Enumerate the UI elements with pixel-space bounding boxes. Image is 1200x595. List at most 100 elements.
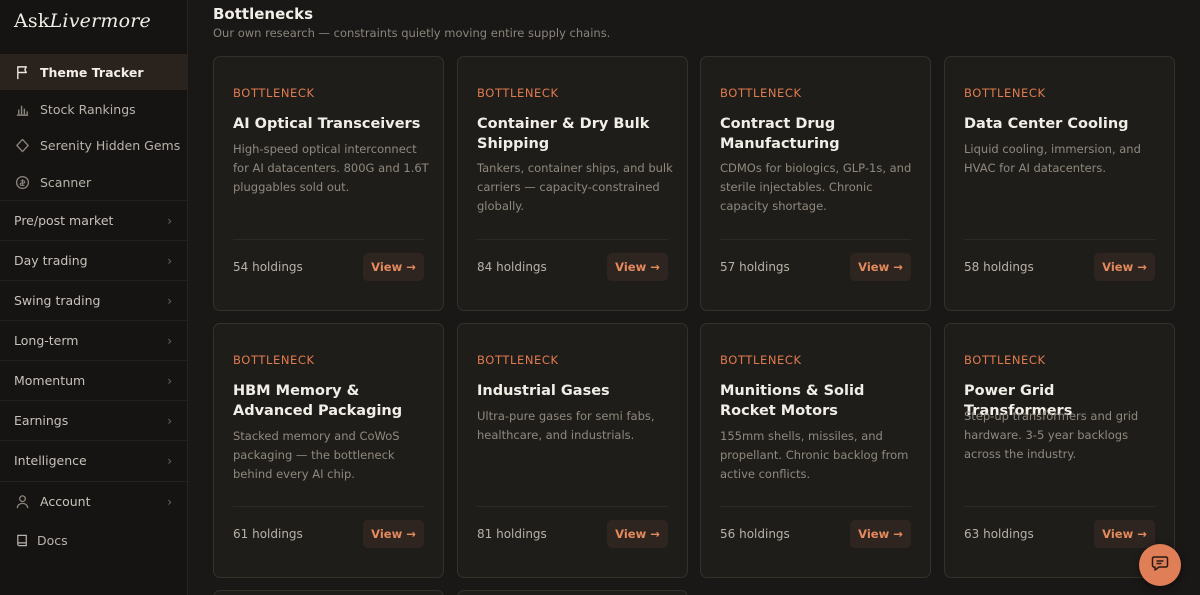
- sidebar-item-stock-rankings[interactable]: Stock Rankings: [0, 91, 188, 127]
- card-tag: BOTTLENECK: [964, 353, 1046, 367]
- sidebar-group-label: Swing trading: [14, 293, 101, 308]
- view-button[interactable]: View →: [1094, 253, 1155, 281]
- sidebar-item-scanner[interactable]: Scanner: [0, 164, 188, 200]
- sidebar-group-day-trading[interactable]: Day trading ›: [0, 240, 188, 280]
- view-button[interactable]: View →: [1094, 520, 1155, 548]
- card-description: Tankers, container ships, and bulk carri…: [477, 161, 673, 213]
- sidebar-item-label: Stock Rankings: [40, 101, 136, 117]
- holdings-count: 56 holdings: [720, 527, 790, 541]
- sidebar-item-label: Scanner: [40, 174, 92, 190]
- view-button[interactable]: View →: [363, 253, 424, 281]
- card-title: Data Center Cooling: [964, 116, 1129, 132]
- card-tag: BOTTLENECK: [233, 86, 315, 100]
- holdings-count: 58 holdings: [964, 260, 1034, 274]
- card-tag: BOTTLENECK: [720, 86, 802, 100]
- scanner-icon: [14, 174, 30, 190]
- card-title: Contract Drug Manufacturing: [720, 116, 840, 152]
- card-tag: BOTTLENECK: [720, 353, 802, 367]
- holdings-count: 81 holdings: [477, 527, 547, 541]
- sidebar-item-serenity-hidden-gems[interactable]: Serenity Hidden Gems: [0, 127, 188, 163]
- card-tag: BOTTLENECK: [964, 86, 1046, 100]
- holdings-count: 61 holdings: [233, 527, 303, 541]
- card-description: Ultra-pure gases for semi fabs, healthca…: [477, 409, 655, 442]
- page-subtitle: Our own research — constraints quietly m…: [213, 26, 611, 40]
- theme-card[interactable]: BOTTLENECK Munitions & Solid Rocket Moto…: [700, 323, 931, 578]
- chevron-right-icon: ›: [167, 333, 172, 348]
- card-tag: BOTTLENECK: [233, 353, 315, 367]
- card-divider: [477, 506, 668, 507]
- card-description: Liquid cooling, immersion, and HVAC for …: [964, 142, 1141, 175]
- holdings-count: 57 holdings: [720, 260, 790, 274]
- view-button[interactable]: View →: [363, 520, 424, 548]
- card-divider: [233, 239, 424, 240]
- card-title: Munitions & Solid Rocket Motors: [720, 383, 865, 419]
- chevron-right-icon: ›: [167, 253, 172, 268]
- theme-card-partial: [457, 590, 688, 595]
- chevron-right-icon: ›: [167, 213, 172, 228]
- sidebar-item-docs[interactable]: Docs: [0, 522, 188, 558]
- card-divider: [964, 506, 1155, 507]
- chat-button[interactable]: [1139, 544, 1181, 586]
- card-title: Industrial Gases: [477, 383, 610, 399]
- card-divider: [720, 506, 911, 507]
- sidebar-group-earnings[interactable]: Earnings ›: [0, 400, 188, 440]
- view-button[interactable]: View →: [607, 520, 668, 548]
- theme-card[interactable]: BOTTLENECK Industrial Gases Ultra-pure g…: [457, 323, 688, 578]
- holdings-count: 54 holdings: [233, 260, 303, 274]
- card-divider: [233, 506, 424, 507]
- chevron-right-icon: ›: [167, 293, 172, 308]
- sidebar-item-label: Theme Tracker: [40, 64, 144, 80]
- sidebar-item-label: Docs: [37, 532, 68, 548]
- sidebar-group-label: Intelligence: [14, 453, 87, 468]
- chevron-right-icon: ›: [167, 494, 172, 509]
- card-description: High-speed optical interconnect for AI d…: [233, 142, 429, 194]
- book-icon: [14, 532, 30, 548]
- theme-card[interactable]: BOTTLENECK Container & Dry Bulk Shipping…: [457, 56, 688, 311]
- theme-card[interactable]: BOTTLENECK HBM Memory & Advanced Packagi…: [213, 323, 444, 578]
- view-button[interactable]: View →: [850, 253, 911, 281]
- theme-card[interactable]: BOTTLENECK Data Center Cooling Liquid co…: [944, 56, 1175, 311]
- diamond-icon: [14, 137, 30, 153]
- card-title: Container & Dry Bulk Shipping: [477, 116, 650, 152]
- sidebar-item-account[interactable]: Account ›: [0, 481, 188, 521]
- holdings-count: 84 holdings: [477, 260, 547, 274]
- sidebar-item-theme-tracker[interactable]: Theme Tracker: [0, 54, 188, 90]
- sidebar-group-intelligence[interactable]: Intelligence ›: [0, 440, 188, 480]
- sidebar-group-label: Earnings: [14, 413, 69, 428]
- chevron-right-icon: ›: [167, 413, 172, 428]
- sidebar-group-label: Day trading: [14, 253, 88, 268]
- card-tag: BOTTLENECK: [477, 353, 559, 367]
- bar-chart-icon: [14, 101, 30, 117]
- theme-card-partial: [213, 590, 444, 595]
- flag-icon: [14, 64, 30, 80]
- page-title: Bottlenecks: [213, 5, 314, 23]
- card-description: CDMOs for biologics, GLP-1s, and sterile…: [720, 161, 912, 213]
- card-tag: BOTTLENECK: [477, 86, 559, 100]
- sidebar-group-long-term[interactable]: Long-term ›: [0, 320, 188, 360]
- card-divider: [720, 239, 911, 240]
- sidebar: AskLivermore Theme Tracker Stock Ranking…: [0, 0, 188, 595]
- view-button[interactable]: View →: [850, 520, 911, 548]
- card-title: HBM Memory & Advanced Packaging: [233, 383, 403, 419]
- sidebar-group-pre-post-market[interactable]: Pre/post market ›: [0, 200, 188, 240]
- chevron-right-icon: ›: [167, 453, 172, 468]
- card-description: Stacked memory and CoWoS packaging — the…: [233, 429, 400, 481]
- theme-card[interactable]: BOTTLENECK Power Grid Transformers Step-…: [944, 323, 1175, 578]
- sidebar-group-swing-trading[interactable]: Swing trading ›: [0, 280, 188, 320]
- card-divider: [477, 239, 668, 240]
- card-description: 155mm shells, missiles, and propellant. …: [720, 429, 909, 481]
- card-description: Step-up transformers and grid hardware. …: [964, 409, 1139, 461]
- sidebar-item-label: Serenity Hidden Gems: [40, 137, 181, 153]
- view-button[interactable]: View →: [607, 253, 668, 281]
- sidebar-group-label: Momentum: [14, 373, 86, 388]
- user-icon: [14, 494, 30, 510]
- sidebar-group-momentum[interactable]: Momentum ›: [0, 360, 188, 400]
- holdings-count: 63 holdings: [964, 527, 1034, 541]
- sidebar-group-label: Pre/post market: [14, 213, 114, 228]
- card-title: AI Optical Transceivers: [233, 116, 421, 132]
- sidebar-group-label: Long-term: [14, 333, 79, 348]
- sidebar-item-label: Account: [40, 494, 91, 509]
- theme-card[interactable]: BOTTLENECK AI Optical Transceivers High-…: [213, 56, 444, 311]
- brand-logo[interactable]: AskLivermore: [14, 10, 151, 32]
- theme-card[interactable]: BOTTLENECK Contract Drug Manufacturing C…: [700, 56, 931, 311]
